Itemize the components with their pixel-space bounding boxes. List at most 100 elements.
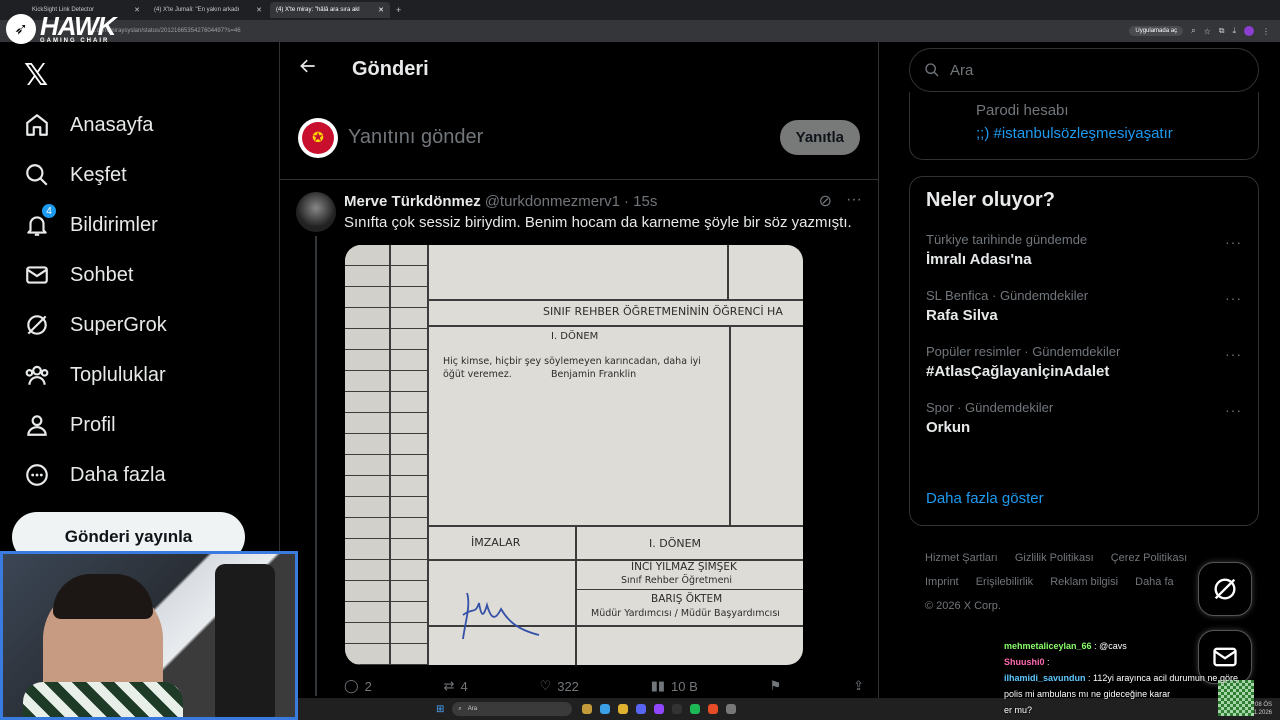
profile-avatar[interactable] bbox=[1244, 26, 1254, 36]
tweet-text: Sınıfta çok sessiz biriydim. Benim hocam… bbox=[344, 214, 852, 231]
trend-item[interactable]: SL Benfica · Gündemdekiler Rafa Silva ··… bbox=[926, 288, 1242, 324]
share-icon[interactable]: ⇪ bbox=[853, 678, 864, 694]
repost-action[interactable]: ⇄ 4 bbox=[444, 678, 468, 694]
bell-icon: 4 bbox=[24, 204, 56, 238]
x-logo-icon[interactable]: 𝕏 bbox=[24, 58, 48, 93]
bookmark-icon[interactable]: ⚑ bbox=[770, 678, 782, 694]
taskbar-search[interactable]: ⌕ Ara bbox=[452, 702, 573, 716]
nav-communities[interactable]: Topluluklar bbox=[24, 362, 166, 388]
trend-item[interactable]: Spor · Gündemdekiler Orkun ··· bbox=[926, 400, 1242, 436]
star-icon[interactable]: ☆ bbox=[1204, 27, 1211, 36]
chat-message: ilhamidi_savundun : 112yi arayınca acil … bbox=[1004, 670, 1244, 702]
principal-name: BARIŞ ÖKTEM bbox=[651, 593, 723, 605]
app-icon[interactable] bbox=[582, 704, 593, 714]
footer-link[interactable]: Çerez Politikası bbox=[1111, 552, 1187, 564]
chat-text: er mu? bbox=[1004, 705, 1033, 715]
author-handle[interactable]: @turkdonmezmerv1 bbox=[485, 193, 620, 210]
more-icon[interactable]: ··· bbox=[1225, 290, 1242, 306]
grok-icon bbox=[24, 312, 50, 338]
tweet-image[interactable]: SINIF REHBER ÖĞRETMENİNİN ÖĞRENCİ HA I. … bbox=[345, 245, 803, 665]
url-field[interactable]: x.com/miraysyslan/status/201216653542760… bbox=[92, 28, 1129, 34]
trend-context: Popüler resimler · Gündemdekiler bbox=[926, 344, 1121, 359]
user-avatar[interactable]: ✪ bbox=[298, 117, 338, 158]
tweet-time[interactable]: · 15s bbox=[624, 193, 657, 210]
notification-badge: 4 bbox=[42, 204, 56, 218]
app-icon[interactable] bbox=[600, 704, 611, 714]
show-more-link[interactable]: Daha fazla göster bbox=[926, 490, 1044, 507]
menu-icon[interactable]: ⋮ bbox=[1262, 27, 1270, 36]
chat-user: Shuushi0 bbox=[1004, 657, 1045, 667]
nav-label: SuperGrok bbox=[70, 313, 167, 336]
browser-tabbar: KickSight Link Detector ✕ (4) X'te Jumali… bbox=[0, 0, 1280, 20]
principal-role: Müdür Yardımcısı / Müdür Başyardımcısı bbox=[591, 608, 780, 619]
views-action[interactable]: ▮▮ 10 B bbox=[651, 678, 698, 694]
form-term-2: I. DÖNEM bbox=[649, 537, 702, 550]
app-icon[interactable] bbox=[690, 704, 701, 714]
app-icon[interactable] bbox=[726, 704, 737, 714]
search-input[interactable]: Ara bbox=[950, 62, 973, 79]
trend-item[interactable]: Popüler resimler · Gündemdekiler #AtlasÇ… bbox=[926, 344, 1242, 380]
repost-count: 4 bbox=[460, 678, 468, 694]
home-icon bbox=[24, 112, 50, 138]
nav-more[interactable]: Daha fazla bbox=[24, 462, 166, 488]
tweet: Merve Türkdönmez @turkdonmezmerv1 · 15s … bbox=[280, 180, 878, 696]
grok-fab[interactable] bbox=[1198, 562, 1252, 616]
logo-subtext: GAMING CHAIR bbox=[40, 38, 110, 44]
browser-tab[interactable]: (4) X'te Jumali: "En yakın arkadı ✕ bbox=[148, 2, 268, 18]
extensions-icon[interactable]: ⧉ bbox=[1219, 26, 1225, 36]
reply-action[interactable]: ◯ 2 bbox=[344, 678, 372, 694]
nav-supergrok[interactable]: SuperGrok bbox=[24, 312, 167, 338]
nav-chat[interactable]: Sohbet bbox=[24, 262, 133, 288]
like-action[interactable]: ♡ 322 bbox=[540, 678, 579, 694]
trend-item[interactable]: Türkiye tarihinde gündemde İmralı Adası'… bbox=[926, 232, 1242, 268]
footer-link[interactable]: Imprint bbox=[925, 576, 959, 588]
author-name[interactable]: Merve Türkdönmez bbox=[344, 193, 481, 210]
close-icon[interactable]: ✕ bbox=[134, 6, 140, 14]
signature-graphic bbox=[462, 592, 540, 640]
reply-input[interactable]: Yanıtını gönder bbox=[348, 126, 780, 149]
close-icon[interactable]: ✕ bbox=[378, 6, 384, 14]
grok-icon[interactable]: ⊘ bbox=[819, 191, 832, 211]
app-icon[interactable] bbox=[654, 704, 665, 714]
nav-explore[interactable]: Keşfet bbox=[24, 162, 127, 188]
footer-link[interactable]: Reklam bilgisi bbox=[1050, 576, 1118, 588]
chat-user: mehmetaliceylan_66 bbox=[1004, 641, 1092, 651]
download-icon[interactable]: ⤓ bbox=[1232, 26, 1236, 36]
app-icon[interactable] bbox=[672, 704, 683, 714]
more-icon[interactable]: ··· bbox=[1225, 402, 1242, 418]
more-icon[interactable]: ··· bbox=[1225, 346, 1242, 362]
more-circle-icon bbox=[24, 462, 50, 488]
post-header: Gönderi bbox=[280, 42, 878, 96]
like-count: 322 bbox=[557, 678, 579, 694]
nav-label: Profil bbox=[70, 413, 116, 436]
footer-link[interactable]: Erişilebilirlik bbox=[976, 576, 1033, 588]
nav-label: Daha fazla bbox=[70, 463, 166, 486]
new-tab-icon[interactable]: + bbox=[390, 5, 407, 15]
chart-icon: ▮▮ bbox=[650, 678, 666, 693]
more-icon[interactable]: ··· bbox=[1225, 234, 1242, 250]
hashtag-link[interactable]: ;;) #istanbulsözleşmesiyaşatır bbox=[976, 125, 1258, 142]
nav-label: Sohbet bbox=[70, 263, 134, 286]
app-icon[interactable] bbox=[618, 704, 629, 714]
grok-icon bbox=[1214, 578, 1236, 600]
nav-notifications[interactable]: 4 Bildirimler bbox=[24, 204, 158, 238]
search-box[interactable]: Ara bbox=[909, 48, 1259, 92]
streamer-shirt bbox=[23, 682, 183, 717]
zoom-icon[interactable]: ⌕ bbox=[1191, 26, 1195, 36]
nav-profile[interactable]: Profil bbox=[24, 412, 116, 438]
open-in-app-button[interactable]: Uygulamada aç bbox=[1129, 26, 1184, 36]
footer-link[interactable]: Gizlilik Politikası bbox=[1015, 552, 1094, 564]
nav-home[interactable]: Anasayfa bbox=[24, 112, 153, 138]
footer-link[interactable]: Daha fa bbox=[1135, 576, 1174, 588]
windows-start-icon[interactable]: ⊞ bbox=[436, 704, 444, 715]
reply-button[interactable]: Yanıtla bbox=[779, 120, 860, 155]
back-arrow-icon[interactable] bbox=[282, 56, 334, 82]
app-icon[interactable] bbox=[636, 704, 647, 714]
more-icon[interactable]: ··· bbox=[846, 191, 862, 211]
footer-link[interactable]: Hizmet Şartları bbox=[925, 552, 998, 564]
author-avatar[interactable] bbox=[296, 192, 336, 232]
form-term: I. DÖNEM bbox=[551, 331, 599, 342]
close-icon[interactable]: ✕ bbox=[256, 6, 262, 14]
browser-tab-active[interactable]: (4) X'te miray: "hâlâ ara sıra akl ✕ bbox=[270, 2, 390, 18]
app-icon[interactable] bbox=[708, 704, 719, 714]
